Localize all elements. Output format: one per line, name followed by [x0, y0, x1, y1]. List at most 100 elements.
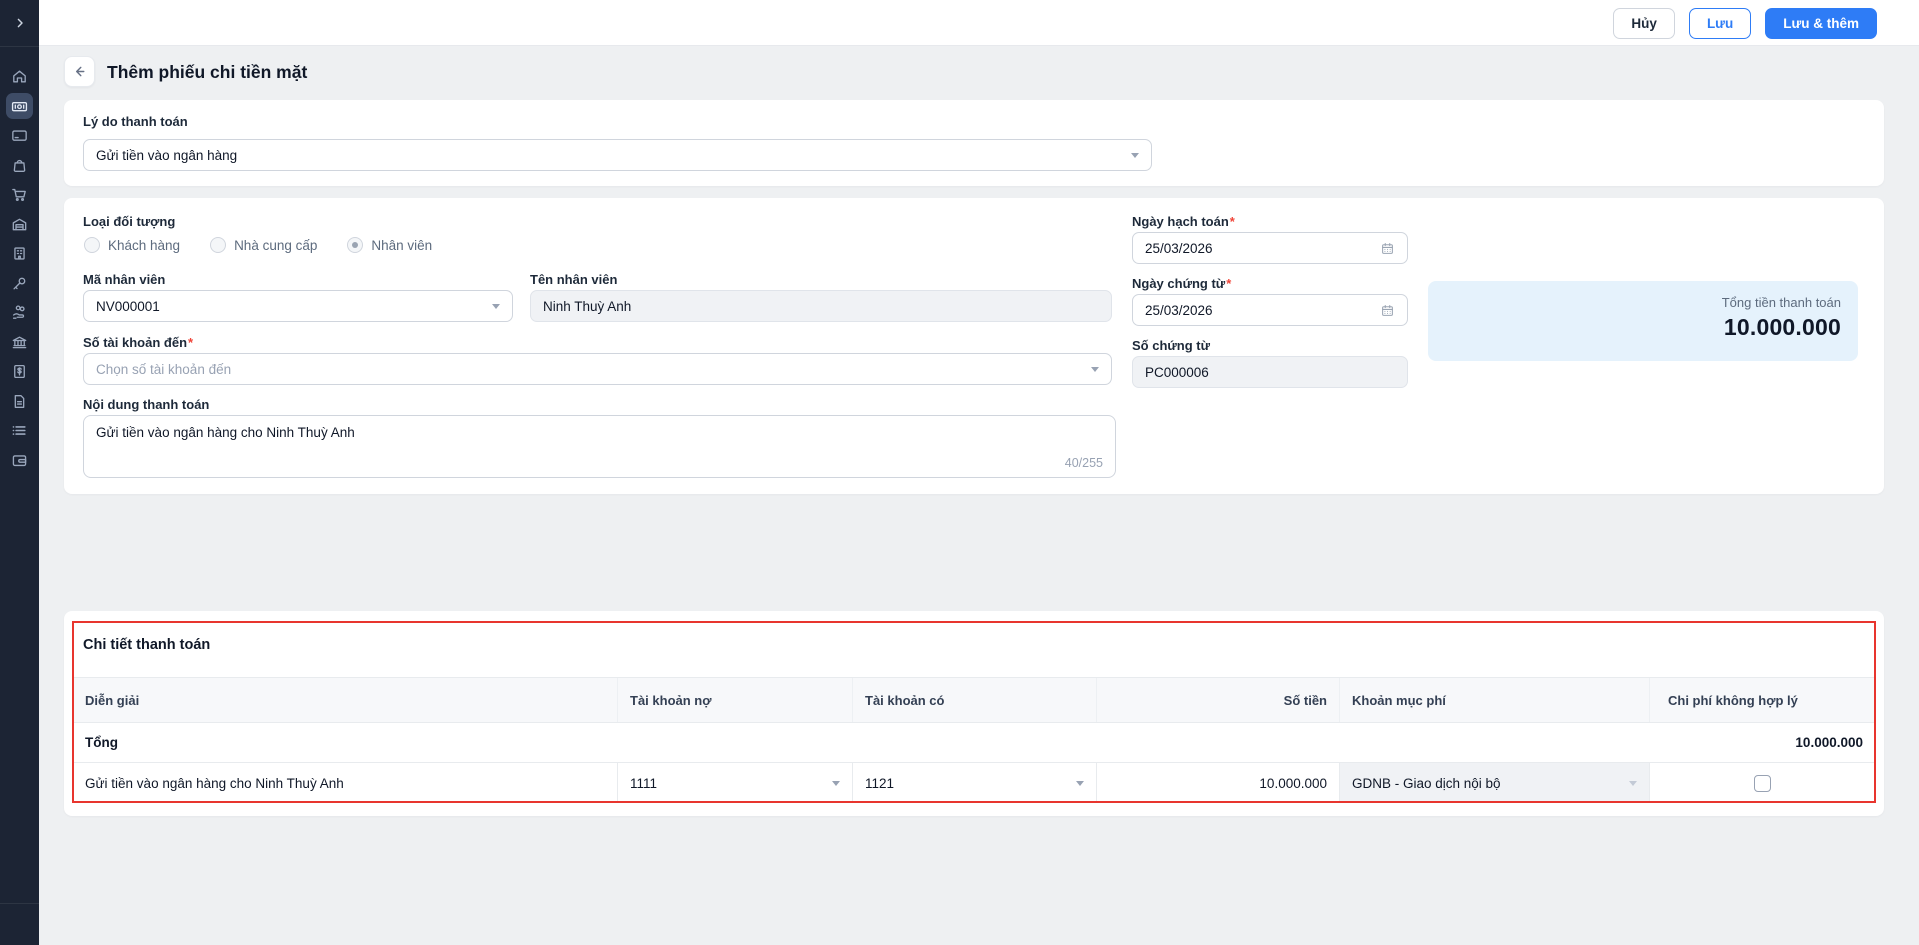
radio-customer-label: Khách hàng [108, 237, 181, 253]
cash-icon [11, 101, 28, 112]
radio-employee-label: Nhân viên [371, 237, 433, 253]
document-date-value: 25/03/2026 [1145, 302, 1213, 318]
active-item-highlight [6, 93, 33, 120]
list-icon [12, 426, 26, 436]
back-button[interactable] [64, 56, 95, 87]
save-and-add-button[interactable]: Lưu & thêm [1765, 8, 1877, 39]
chevron-right-icon [17, 18, 23, 28]
info-card: Loại đối tượng Khách hàng Nhà cung cấp N… [64, 198, 1884, 494]
document-date-input[interactable]: 25/03/2026 [1132, 294, 1408, 326]
sidebar-item-shopping-cart[interactable] [0, 180, 39, 210]
total-amount-value: 10.000.000 [1723, 314, 1841, 340]
shopping-cart-icon [12, 189, 26, 202]
sidebar-item-cash[interactable] [0, 92, 39, 122]
payment-content-textarea[interactable]: Gửi tiền vào ngân hàng cho Ninh Thuỳ Anh… [83, 415, 1116, 478]
sidebar-item-home[interactable] [0, 62, 39, 92]
employee-name-field: Ninh Thuỳ Anh [530, 290, 1112, 322]
col-header-invalid-expense: Chi phí không hợp lý [1668, 692, 1798, 708]
gear-icon [10, 915, 29, 934]
sidebar-item-bank[interactable] [0, 328, 39, 358]
warehouse-icon [12, 218, 27, 231]
sidebar-item-warehouse[interactable] [0, 210, 39, 240]
calendar-icon [1382, 242, 1393, 254]
cell-debit-account-select[interactable]: 1111 [618, 763, 853, 803]
sidebar-item-credit-card[interactable] [0, 121, 39, 151]
employee-name-value: Ninh Thuỳ Anh [543, 298, 632, 314]
reason-select[interactable]: Gửi tiền vào ngân hàng [83, 139, 1152, 171]
reason-label: Lý do thanh toán [83, 114, 188, 129]
sidebar-item-list[interactable] [0, 416, 39, 446]
fee-category-value: GDNB - Giao dịch nội bộ [1352, 775, 1501, 791]
col-header-description: Diễn giải [73, 678, 618, 722]
sidebar-expand-button[interactable] [0, 0, 39, 47]
credit-account-value: 1121 [865, 775, 895, 791]
required-asterisk: * [188, 335, 194, 350]
reason-value: Gửi tiền vào ngân hàng [96, 147, 238, 163]
sidebar-item-invoice[interactable] [0, 357, 39, 387]
total-row-amount: 10.000.000 [1795, 735, 1863, 750]
home-icon [13, 70, 26, 83]
sidebar-item-building[interactable] [0, 239, 39, 269]
page-title: Thêm phiếu chi tiền mặt [107, 62, 308, 82]
sidebar-item-settings[interactable] [0, 903, 39, 945]
radio-supplier[interactable]: Nhà cung cấp [210, 237, 317, 253]
topbar: Hủy Lưu Lưu & thêm [39, 0, 1919, 46]
radio-supplier-label: Nhà cung cấp [234, 237, 318, 253]
sidebar-item-wallet[interactable] [0, 446, 39, 476]
sidebar-item-hand-coins[interactable] [0, 298, 39, 328]
account-to-label: Số tài khoản đến* [83, 335, 194, 350]
chevron-down-icon [832, 780, 840, 786]
table-total-row: Tổng 10.000.000 [73, 723, 1875, 763]
chevron-down-icon [492, 303, 500, 309]
building-icon [14, 247, 25, 260]
cell-credit-account-select[interactable]: 1121 [853, 763, 1097, 803]
cancel-button[interactable]: Hủy [1613, 8, 1675, 39]
hand-coins-icon [12, 305, 25, 320]
sidebar-item-tools[interactable] [0, 269, 39, 299]
employee-code-select[interactable]: NV000001 [83, 290, 513, 322]
radio-employee[interactable]: Nhân viên [347, 237, 432, 253]
radio-customer[interactable]: Khách hàng [84, 237, 180, 253]
arrow-left-icon [75, 66, 85, 77]
invalid-expense-checkbox[interactable] [1754, 774, 1771, 792]
sidebar-item-document[interactable] [0, 387, 39, 417]
invoice-dollar-icon [14, 365, 25, 379]
payment-content-label: Nội dung thanh toán [83, 397, 210, 412]
employee-code-label: Mã nhân viên [83, 272, 166, 287]
radio-circle-icon [210, 237, 227, 253]
document-number-value: PC000006 [1145, 364, 1209, 380]
total-amount-panel: Tổng tiền thanh toán 10.000.000 [1428, 281, 1858, 361]
table-header-row: Diễn giải Tài khoản nợ Tài khoản có Số t… [73, 677, 1875, 723]
col-header-amount: Số tiền [1097, 678, 1340, 722]
cell-description[interactable]: Gửi tiền vào ngân hàng cho Ninh Thuỳ Anh [73, 763, 618, 803]
employee-code-value: NV000001 [96, 298, 160, 314]
cell-invalid-expense [1650, 763, 1875, 803]
radio-circle-selected-icon [347, 237, 364, 253]
chevron-down-icon [1076, 780, 1084, 786]
table-row: Gửi tiền vào ngân hàng cho Ninh Thuỳ Anh… [73, 763, 1875, 803]
sidebar [0, 0, 39, 945]
required-asterisk: * [1226, 276, 1232, 291]
posting-date-label: Ngày hạch toán* [1132, 214, 1235, 229]
reason-card: Lý do thanh toán Gửi tiền vào ngân hàng [64, 100, 1884, 186]
save-button[interactable]: Lưu [1688, 8, 1752, 39]
radio-circle-icon [84, 237, 100, 253]
posting-date-value: 25/03/2026 [1145, 240, 1213, 256]
document-date-label: Ngày chứng từ* [1132, 276, 1232, 291]
cell-amount[interactable]: 10.000.000 [1097, 763, 1340, 803]
cell-fee-category-select: GDNB - Giao dịch nội bộ [1340, 763, 1650, 803]
account-to-placeholder: Chọn số tài khoản đến [96, 361, 232, 377]
tools-icon [13, 277, 26, 290]
required-asterisk: * [1229, 214, 1235, 229]
total-row-label: Tổng [85, 735, 118, 750]
document-number-label: Số chứng từ [1132, 338, 1211, 353]
sidebar-item-shopping-bag[interactable] [0, 151, 39, 181]
char-counter: 40/255 [1064, 456, 1103, 470]
col-header-fee-category: Khoản mục phí [1340, 678, 1650, 722]
chevron-down-icon [1131, 152, 1139, 158]
posting-date-input[interactable]: 25/03/2026 [1132, 232, 1408, 264]
payment-detail-card: Chi tiết thanh toán Diễn giải Tài khoản … [64, 611, 1884, 816]
account-to-select[interactable]: Chọn số tài khoản đến [83, 353, 1112, 385]
payment-detail-table: Diễn giải Tài khoản nợ Tài khoản có Số t… [73, 677, 1875, 803]
credit-card-icon [12, 130, 27, 142]
